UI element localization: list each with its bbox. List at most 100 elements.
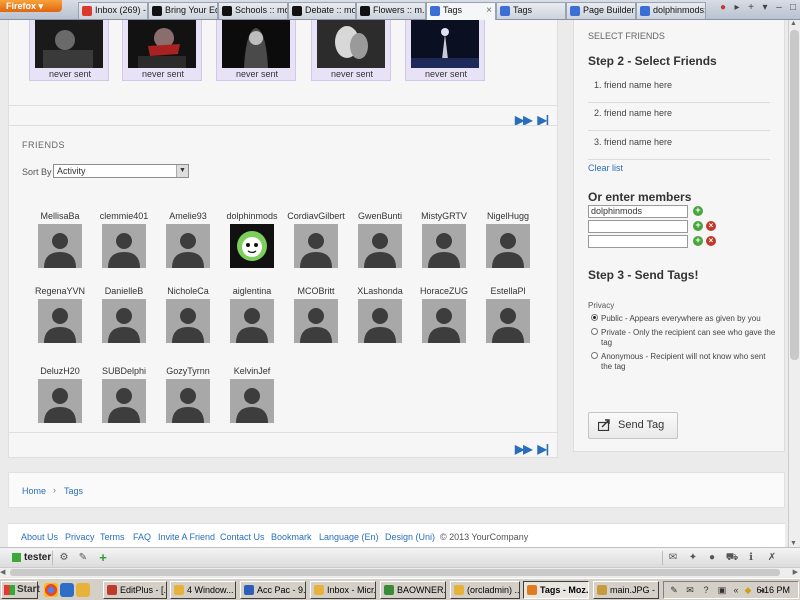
friend-card[interactable]: HoraceZUG bbox=[415, 286, 473, 352]
radio-selected-icon[interactable] bbox=[591, 314, 598, 321]
task-tags-mozilla[interactable]: Tags - Moz... bbox=[523, 581, 589, 599]
friend-slot[interactable]: 1. friend name here bbox=[594, 80, 672, 90]
radio-icon[interactable] bbox=[591, 328, 598, 335]
default-avatar-icon[interactable] bbox=[230, 379, 274, 423]
firefox-menu-button[interactable]: Firefox ▾ bbox=[0, 0, 62, 12]
friend-name[interactable]: SUBDelphi bbox=[89, 366, 159, 376]
friend-name[interactable]: MCOBritt bbox=[281, 286, 351, 296]
scrollbar-thumb[interactable] bbox=[790, 30, 799, 360]
add-member-icon[interactable]: + bbox=[693, 206, 703, 216]
tag-item[interactable]: never sent bbox=[216, 20, 296, 81]
default-avatar-icon[interactable] bbox=[102, 224, 146, 268]
friend-name[interactable]: dolphinmods bbox=[217, 211, 287, 221]
friend-name[interactable]: NigelHugg bbox=[473, 211, 543, 221]
friend-name[interactable]: Amelie93 bbox=[153, 211, 223, 221]
footer-privacy[interactable]: Privacy bbox=[65, 532, 95, 542]
scroll-down-icon[interactable]: ▼ bbox=[790, 540, 797, 547]
security-shield-icon[interactable]: ◆ bbox=[742, 584, 754, 596]
friend-name[interactable]: EstellaPl bbox=[473, 286, 543, 296]
friend-name[interactable]: MellisaBa bbox=[25, 211, 95, 221]
tab-page-builder[interactable]: Page Builder bbox=[566, 2, 636, 19]
task-orcladmin[interactable]: (orcladmin) ... bbox=[450, 581, 520, 599]
task-windows[interactable]: 4 Window... bbox=[170, 581, 236, 599]
footer-about[interactable]: About Us bbox=[21, 532, 58, 542]
privacy-option-public[interactable]: Public - Appears everywhere as given by … bbox=[588, 314, 778, 324]
friend-card[interactable]: NicholeCa bbox=[159, 286, 217, 352]
default-avatar-icon[interactable] bbox=[294, 299, 338, 343]
scroll-left-icon[interactable]: ◀ bbox=[0, 568, 5, 576]
scroll-tabs-right-icon[interactable]: ▸ bbox=[730, 2, 744, 13]
new-tab-icon[interactable]: + bbox=[744, 2, 758, 13]
scroll-right-icon[interactable]: ▶ bbox=[793, 568, 798, 576]
footer-contact[interactable]: Contact Us bbox=[220, 532, 265, 542]
friend-name[interactable]: MistyGRTV bbox=[409, 211, 479, 221]
remove-member-icon[interactable]: × bbox=[706, 236, 716, 246]
friend-name[interactable]: XLashonda bbox=[345, 286, 415, 296]
tab-bring-your-ed[interactable]: Bring Your Ed... bbox=[148, 2, 218, 19]
horizontal-scrollbar[interactable]: ◀ ▶ bbox=[0, 567, 800, 577]
scroll-up-icon[interactable]: ▲ bbox=[790, 20, 797, 27]
friend-name[interactable]: clemmie401 bbox=[89, 211, 159, 221]
friend-card[interactable]: KelvinJef bbox=[223, 366, 281, 432]
vertical-scrollbar[interactable]: ▲ ▼ bbox=[788, 20, 800, 547]
friend-name[interactable]: CordiavGilbert bbox=[281, 211, 351, 221]
member-input[interactable] bbox=[588, 220, 688, 233]
add-icon[interactable]: + bbox=[96, 551, 110, 565]
friend-name[interactable]: HoraceZUG bbox=[409, 286, 479, 296]
friend-card[interactable]: MellisaBa bbox=[31, 211, 89, 277]
tag-item[interactable]: never sent bbox=[405, 20, 485, 81]
friend-slot[interactable]: 2. friend name here bbox=[594, 108, 672, 118]
privacy-option-private[interactable]: Private - Only the recipient can see who… bbox=[588, 328, 778, 348]
tab-dolphinmods[interactable]: dolphinmods:... bbox=[636, 2, 706, 19]
display-icon[interactable]: ▣ bbox=[716, 584, 728, 596]
friend-name[interactable]: KelvinJef bbox=[217, 366, 287, 376]
friend-card[interactable]: CordiavGilbert bbox=[287, 211, 345, 277]
task-inbox[interactable]: Inbox - Micr... bbox=[310, 581, 376, 599]
friend-card[interactable]: NigelHugg bbox=[479, 211, 537, 277]
default-avatar-icon[interactable] bbox=[38, 224, 82, 268]
default-avatar-icon[interactable] bbox=[38, 299, 82, 343]
sort-by-select[interactable]: Activity ▼ bbox=[53, 164, 189, 178]
tool-icon[interactable]: ✎ bbox=[668, 584, 680, 596]
friend-card[interactable]: clemmie401 bbox=[95, 211, 153, 277]
default-avatar-icon[interactable] bbox=[358, 299, 402, 343]
friend-card[interactable]: DeluzH20 bbox=[31, 366, 89, 432]
friend-card[interactable]: aiglentina bbox=[223, 286, 281, 352]
default-avatar-icon[interactable] bbox=[486, 299, 530, 343]
expand-tray-icon[interactable]: « bbox=[730, 584, 742, 596]
chrome-icon[interactable] bbox=[44, 583, 58, 597]
default-avatar-icon[interactable] bbox=[422, 224, 466, 268]
mail-icon[interactable]: ✉ bbox=[666, 551, 680, 565]
twitter-icon[interactable]: ✦ bbox=[686, 551, 700, 565]
friend-card[interactable]: DanielleB bbox=[95, 286, 153, 352]
friend-card[interactable]: SUBDelphi bbox=[95, 366, 153, 432]
add-member-icon[interactable]: + bbox=[693, 236, 703, 246]
wrench-icon[interactable]: ✗ bbox=[765, 551, 779, 565]
friend-card[interactable]: GwenBunti bbox=[351, 211, 409, 277]
add-member-icon[interactable]: + bbox=[693, 221, 703, 231]
breadcrumb-tags[interactable]: Tags bbox=[64, 486, 83, 496]
friend-card[interactable]: XLashonda bbox=[351, 286, 409, 352]
member-input[interactable] bbox=[588, 235, 688, 248]
radio-icon[interactable] bbox=[591, 352, 598, 359]
friend-card[interactable]: RegenaYVN bbox=[31, 286, 89, 352]
tab-flowers[interactable]: Flowers :: m... bbox=[356, 2, 426, 19]
user-icon[interactable]: ● bbox=[705, 551, 719, 565]
privacy-option-anonymous[interactable]: Anonymous - Recipient will not know who … bbox=[588, 352, 778, 372]
outlook-icon[interactable] bbox=[76, 583, 90, 597]
friend-card[interactable]: MCOBritt bbox=[287, 286, 345, 352]
default-avatar-icon[interactable] bbox=[102, 379, 146, 423]
default-avatar-icon[interactable] bbox=[166, 299, 210, 343]
gear-icon[interactable]: ⚙ bbox=[57, 551, 71, 565]
next-page-icon[interactable]: ▶▶ bbox=[515, 442, 532, 456]
friend-name[interactable]: GozyTyrnn bbox=[153, 366, 223, 376]
default-avatar-icon[interactable] bbox=[102, 299, 146, 343]
default-avatar-icon[interactable] bbox=[358, 224, 402, 268]
tag-item[interactable]: never sent bbox=[311, 20, 391, 81]
footer-design[interactable]: Design (Uni) bbox=[385, 532, 435, 542]
mail-icon[interactable]: ✉ bbox=[684, 584, 696, 596]
footer-invite[interactable]: Invite A Friend bbox=[158, 532, 215, 542]
tab-tags[interactable]: Tags bbox=[496, 2, 566, 19]
footer-terms[interactable]: Terms bbox=[100, 532, 125, 542]
default-avatar-icon[interactable] bbox=[166, 224, 210, 268]
